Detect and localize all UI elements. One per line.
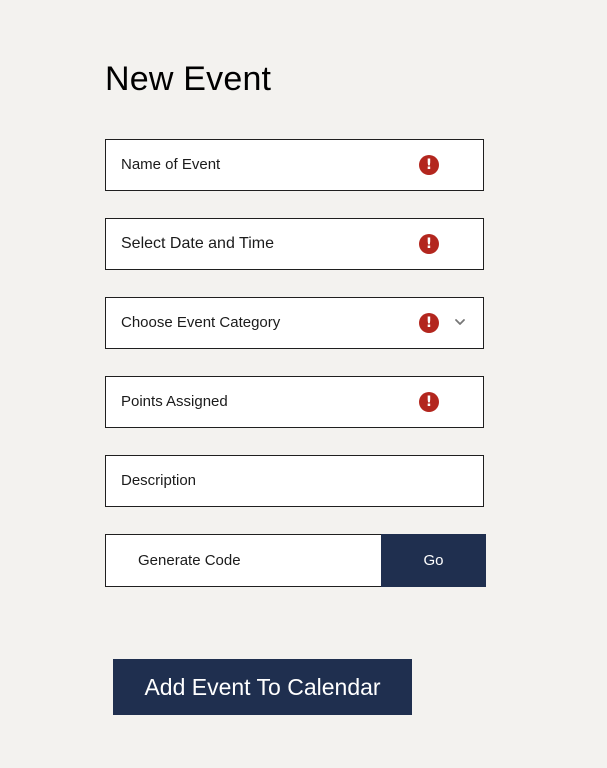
- add-event-to-calendar-button[interactable]: Add Event To Calendar: [113, 659, 412, 715]
- event-category-label: Choose Event Category: [121, 314, 281, 331]
- error-icon: !: [419, 392, 439, 412]
- go-button[interactable]: Go: [381, 534, 486, 587]
- generate-code-field[interactable]: Generate Code: [105, 534, 382, 587]
- event-name-label: Name of Event: [121, 156, 221, 173]
- points-assigned-field[interactable]: Points Assigned !: [105, 376, 484, 428]
- event-name-field[interactable]: Name of Event !: [105, 139, 484, 191]
- generate-code-label: Generate Code: [138, 552, 241, 569]
- error-icon: !: [419, 313, 439, 333]
- description-field[interactable]: Description: [105, 455, 484, 507]
- points-assigned-label: Points Assigned: [121, 393, 228, 410]
- generate-code-row: Generate Code Go: [105, 534, 486, 587]
- date-time-label: Select Date and Time: [121, 235, 274, 252]
- chevron-down-icon[interactable]: [452, 314, 468, 330]
- description-label: Description: [121, 472, 197, 489]
- date-time-field[interactable]: Select Date and Time !: [105, 218, 484, 270]
- page-title: New Event: [105, 60, 272, 98]
- error-icon: !: [419, 155, 439, 175]
- event-category-select[interactable]: Choose Event Category !: [105, 297, 484, 349]
- error-icon: !: [419, 234, 439, 254]
